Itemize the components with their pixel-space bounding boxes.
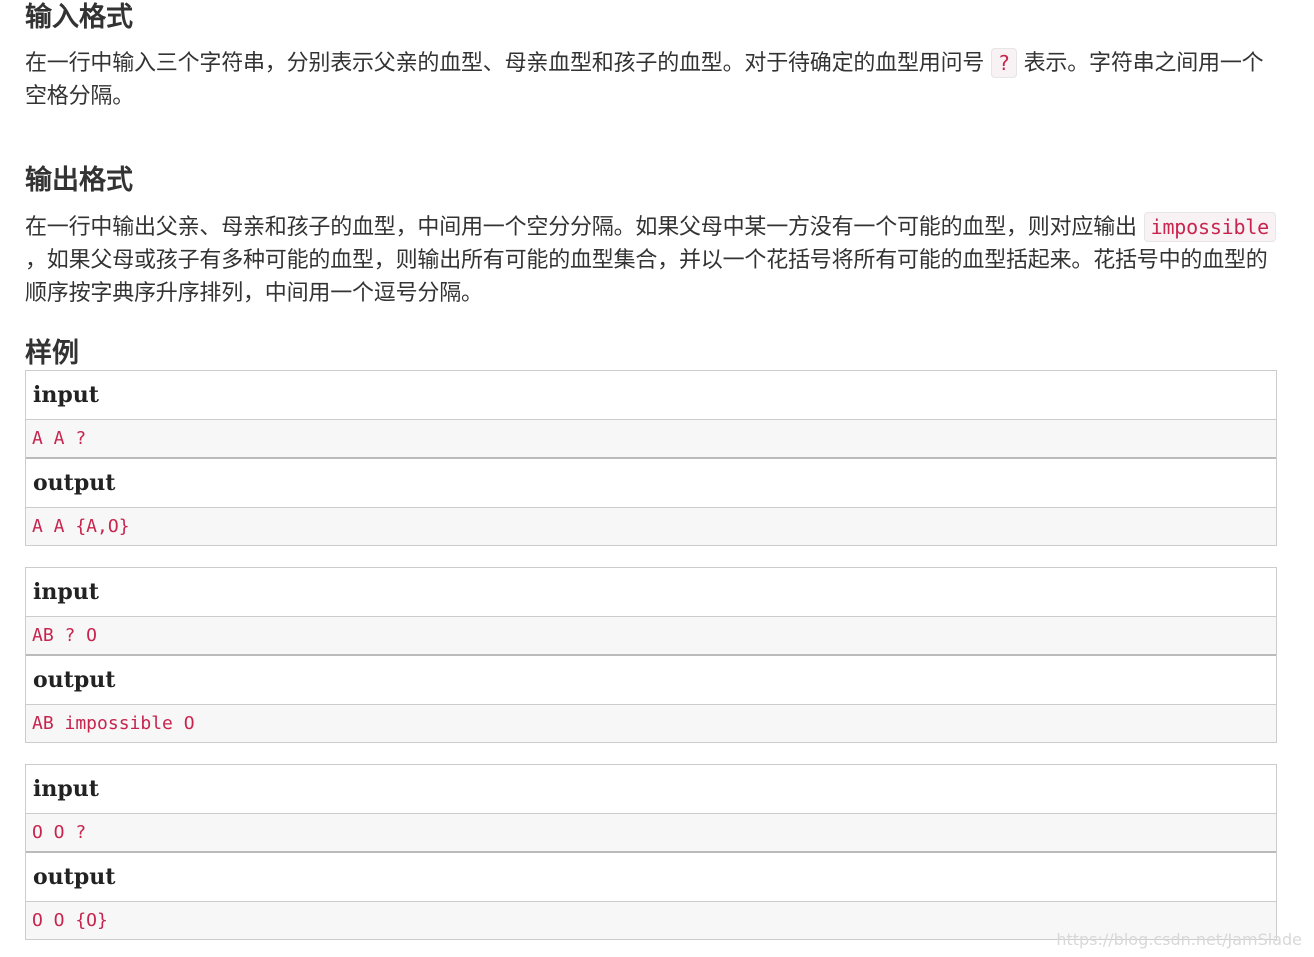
output-format-text-after: ，如果父母或孩子有多种可能的血型，则输出所有可能的血型集合，并以一个花括号将所有… — [25, 248, 1268, 306]
input-format-text-before: 在一行中输入三个字符串，分别表示父亲的血型、母亲血型和孩子的血型。对于待确定的血… — [25, 51, 991, 76]
sample-block-3: input O O ? output O O {O} — [25, 764, 1277, 940]
sample-input-label: input — [26, 371, 1276, 420]
problem-statement: 输入格式 在一行中输入三个字符串，分别表示父亲的血型、母亲血型和孩子的血型。对于… — [25, 0, 1277, 372]
input-format-text: 在一行中输入三个字符串，分别表示父亲的血型、母亲血型和孩子的血型。对于待确定的血… — [25, 47, 1277, 113]
sample-output-value: AB impossible O — [26, 705, 1276, 742]
sample-output-value: A A {A,O} — [26, 508, 1276, 545]
output-format-heading: 输出格式 — [25, 165, 133, 196]
sample-input-value: A A ? — [26, 420, 1276, 459]
samples-heading: 样例 — [25, 338, 79, 369]
sample-input-label: input — [26, 568, 1276, 617]
sample-input-value: AB ? O — [26, 617, 1276, 656]
impossible-code: impossible — [1143, 212, 1277, 242]
question-mark-code: ? — [991, 48, 1017, 78]
sample-output-label: output — [26, 459, 1276, 508]
input-format-heading: 输入格式 — [25, 2, 133, 33]
sample-block-2: input AB ? O output AB impossible O — [25, 567, 1277, 743]
watermark: https://blog.csdn.net/JamSlade — [1056, 930, 1302, 949]
output-format-text: 在一行中输出父亲、母亲和孩子的血型，中间用一个空分分隔。如果父母中某一方没有一个… — [25, 211, 1277, 310]
sample-block-1: input A A ? output A A {A,O} — [25, 370, 1277, 546]
sample-input-label: input — [26, 765, 1276, 814]
sample-output-label: output — [26, 656, 1276, 705]
sample-output-label: output — [26, 853, 1276, 902]
sample-input-value: O O ? — [26, 814, 1276, 853]
output-format-text-before: 在一行中输出父亲、母亲和孩子的血型，中间用一个空分分隔。如果父母中某一方没有一个… — [25, 215, 1144, 240]
